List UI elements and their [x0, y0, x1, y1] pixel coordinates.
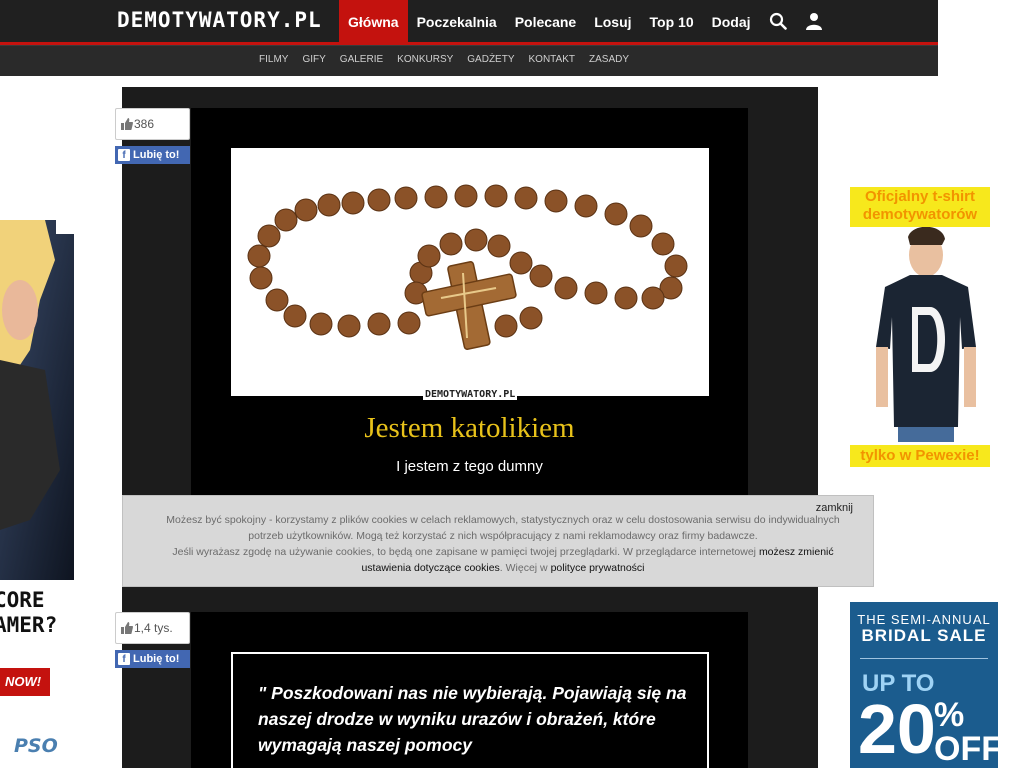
cookie-text: Możesz być spokojny - korzystamy z plikó… — [153, 512, 853, 576]
thumbs-up-icon — [121, 118, 133, 133]
facebook-like-button[interactable]: f Lubię to! — [115, 146, 190, 164]
sub-navbar: FILMY GIFY GALERIE KONKURSY GADŻETY KONT… — [0, 45, 938, 76]
search-icon[interactable] — [760, 0, 796, 42]
nav-top10[interactable]: Top 10 — [641, 0, 703, 42]
quote-text: " Poszkodowani nas nie wybierają. Pojawi… — [258, 683, 687, 755]
tshirt-ad-bottom: tylko w Pewexie! — [860, 447, 980, 464]
left-ad-text-1: CORE — [0, 588, 45, 612]
subnav-gify[interactable]: GIFY — [295, 54, 332, 65]
privacy-policy-link[interactable]: polityce prywatności — [551, 562, 645, 574]
nav-polecane[interactable]: Polecane — [506, 0, 585, 42]
subnav-kontakt[interactable]: KONTAKT — [522, 54, 582, 65]
sale-ad-divider — [860, 658, 988, 659]
nav-losuj[interactable]: Losuj — [585, 0, 640, 42]
demotivator-subtitle: I jestem z tego dumny — [396, 458, 543, 475]
nav-poczekalnia[interactable]: Poczekalnia — [408, 0, 506, 42]
user-icon[interactable] — [796, 0, 832, 42]
demotivator-title: Jestem katolikiem — [364, 412, 575, 444]
top-navbar: DEMOTYWATORY.PL Główna Poczekalnia Polec… — [0, 0, 938, 45]
subnav-galerie[interactable]: GALERIE — [333, 54, 390, 65]
left-ad-logo: PSO — [14, 735, 58, 757]
main-nav: Główna Poczekalnia Polecane Losuj Top 10… — [339, 0, 832, 42]
sale-ad-line-1: THE SEMI-ANNUAL — [857, 612, 991, 627]
facebook-icon: f — [118, 149, 130, 161]
facebook-like-label: Lubię to! — [133, 653, 180, 665]
subnav-gadzety[interactable]: GADŻETY — [460, 54, 521, 65]
facebook-like-label: Lubię to! — [133, 149, 180, 161]
site-watermark: DEMOTYWATORY.PL — [423, 389, 518, 400]
sale-ad-percent-number: 20 — [858, 690, 936, 768]
cookie-text-1: Możesz być spokojny - korzystamy z plikó… — [166, 514, 840, 542]
cookie-text-2: Jeśli wyrażasz zgodę na używanie cookies… — [172, 546, 757, 558]
right-ad-sale[interactable]: THE SEMI-ANNUAL BRIDAL SALE UP TO 20 % O… — [850, 602, 998, 768]
like-count-box: 1,4 tys. — [115, 612, 190, 644]
cookie-text-3: . Więcej w — [499, 562, 548, 574]
sale-ad-percent-off: % OFF — [934, 696, 998, 768]
rosary-image[interactable] — [231, 148, 709, 396]
thumbs-up-icon — [121, 622, 133, 637]
sub-nav: FILMY GIFY GALERIE KONKURSY GADŻETY KONT… — [252, 54, 636, 65]
subnav-konkursy[interactable]: KONKURSY — [390, 54, 460, 65]
nav-glowna[interactable]: Główna — [339, 0, 408, 42]
subnav-zasady[interactable]: ZASADY — [582, 54, 636, 65]
facebook-like-button[interactable]: f Lubię to! — [115, 650, 190, 668]
nav-dodaj[interactable]: Dodaj — [703, 0, 760, 42]
tshirt-ad-top-1: Oficjalny t-shirt — [864, 188, 976, 205]
site-logo[interactable]: DEMOTYWATORY.PL — [117, 8, 322, 32]
subnav-filmy[interactable]: FILMY — [252, 54, 295, 65]
left-ad-button[interactable]: NOW! — [0, 668, 50, 696]
right-ad-tshirt[interactable]: Oficjalny t-shirt demotywatorów tylko w … — [850, 187, 990, 467]
facebook-icon: f — [118, 653, 130, 665]
tshirt-ad-top-2: demotywatorów — [862, 206, 978, 223]
sale-ad-line-2: BRIDAL SALE — [861, 626, 987, 645]
cookie-banner: zamknij Możesz być spokojny - korzystamy… — [122, 495, 874, 587]
like-count: 1,4 tys. — [134, 621, 173, 635]
left-ad-text-2: AMER? — [0, 613, 58, 637]
like-count: 386 — [134, 117, 155, 131]
like-count-box: 386 — [115, 108, 190, 140]
left-ad-banner[interactable]: CORE AMER? NOW! PSO — [0, 220, 74, 768]
